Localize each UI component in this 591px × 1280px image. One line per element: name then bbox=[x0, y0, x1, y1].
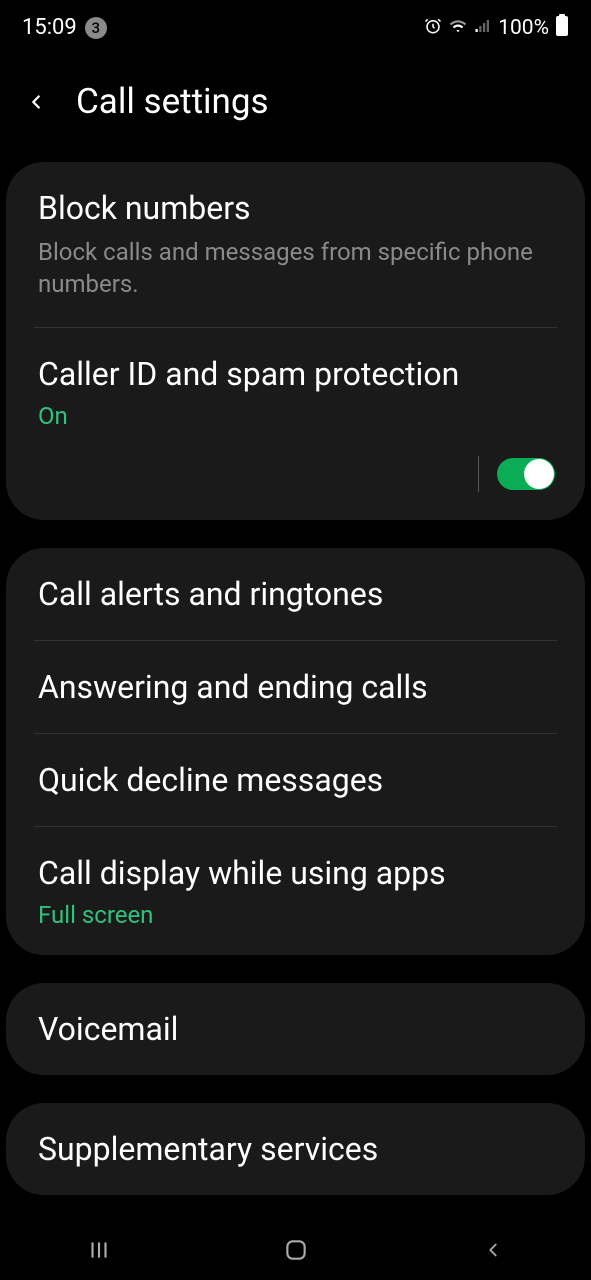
answering-ending-row[interactable]: Answering and ending calls bbox=[6, 641, 585, 733]
row-status: On bbox=[38, 402, 553, 430]
settings-group-4: Supplementary services bbox=[6, 1103, 585, 1195]
battery-icon bbox=[555, 14, 569, 41]
navigation-bar bbox=[0, 1220, 591, 1280]
row-status: Full screen bbox=[38, 901, 553, 929]
row-title: Caller ID and spam protection bbox=[38, 354, 553, 394]
status-time: 15:09 bbox=[22, 15, 77, 40]
row-title: Quick decline messages bbox=[38, 760, 553, 800]
block-numbers-row[interactable]: Block numbers Block calls and messages f… bbox=[6, 162, 585, 327]
vertical-separator bbox=[478, 456, 479, 492]
chevron-left-icon bbox=[482, 1239, 504, 1261]
row-title: Voicemail bbox=[38, 1009, 553, 1049]
row-title: Answering and ending calls bbox=[38, 667, 553, 707]
app-header: Call settings bbox=[0, 51, 591, 162]
back-nav-button[interactable] bbox=[453, 1230, 533, 1270]
voicemail-row[interactable]: Voicemail bbox=[6, 983, 585, 1075]
page-title: Call settings bbox=[76, 81, 269, 122]
back-button[interactable] bbox=[24, 90, 48, 114]
settings-group-3: Voicemail bbox=[6, 983, 585, 1075]
chevron-left-icon bbox=[25, 91, 47, 113]
home-button[interactable] bbox=[256, 1230, 336, 1270]
alarm-icon bbox=[424, 16, 442, 40]
row-subtitle: Block calls and messages from specific p… bbox=[38, 236, 553, 301]
settings-group-1: Block numbers Block calls and messages f… bbox=[6, 162, 585, 520]
status-right: 100% bbox=[424, 14, 569, 41]
quick-decline-row[interactable]: Quick decline messages bbox=[6, 734, 585, 826]
status-left: 15:09 3 bbox=[22, 15, 107, 40]
toggle-knob bbox=[524, 459, 554, 489]
signal-icon bbox=[474, 16, 492, 40]
call-display-row[interactable]: Call display while using apps Full scree… bbox=[6, 827, 585, 955]
recents-icon bbox=[86, 1237, 112, 1263]
home-icon bbox=[283, 1237, 309, 1263]
call-alerts-row[interactable]: Call alerts and ringtones bbox=[6, 548, 585, 640]
row-title: Supplementary services bbox=[38, 1129, 553, 1169]
caller-id-toggle-area bbox=[6, 456, 585, 520]
supplementary-services-row[interactable]: Supplementary services bbox=[6, 1103, 585, 1195]
row-title: Call alerts and ringtones bbox=[38, 574, 553, 614]
caller-id-row[interactable]: Caller ID and spam protection On bbox=[6, 328, 585, 456]
battery-percent: 100% bbox=[498, 16, 549, 40]
settings-group-2: Call alerts and ringtones Answering and … bbox=[6, 548, 585, 955]
row-title: Block numbers bbox=[38, 188, 553, 228]
wifi-icon bbox=[448, 16, 468, 40]
recents-button[interactable] bbox=[59, 1230, 139, 1270]
row-title: Call display while using apps bbox=[38, 853, 553, 893]
status-bar: 15:09 3 100% bbox=[0, 0, 591, 51]
notification-badge: 3 bbox=[85, 17, 107, 39]
caller-id-toggle[interactable] bbox=[497, 458, 555, 490]
